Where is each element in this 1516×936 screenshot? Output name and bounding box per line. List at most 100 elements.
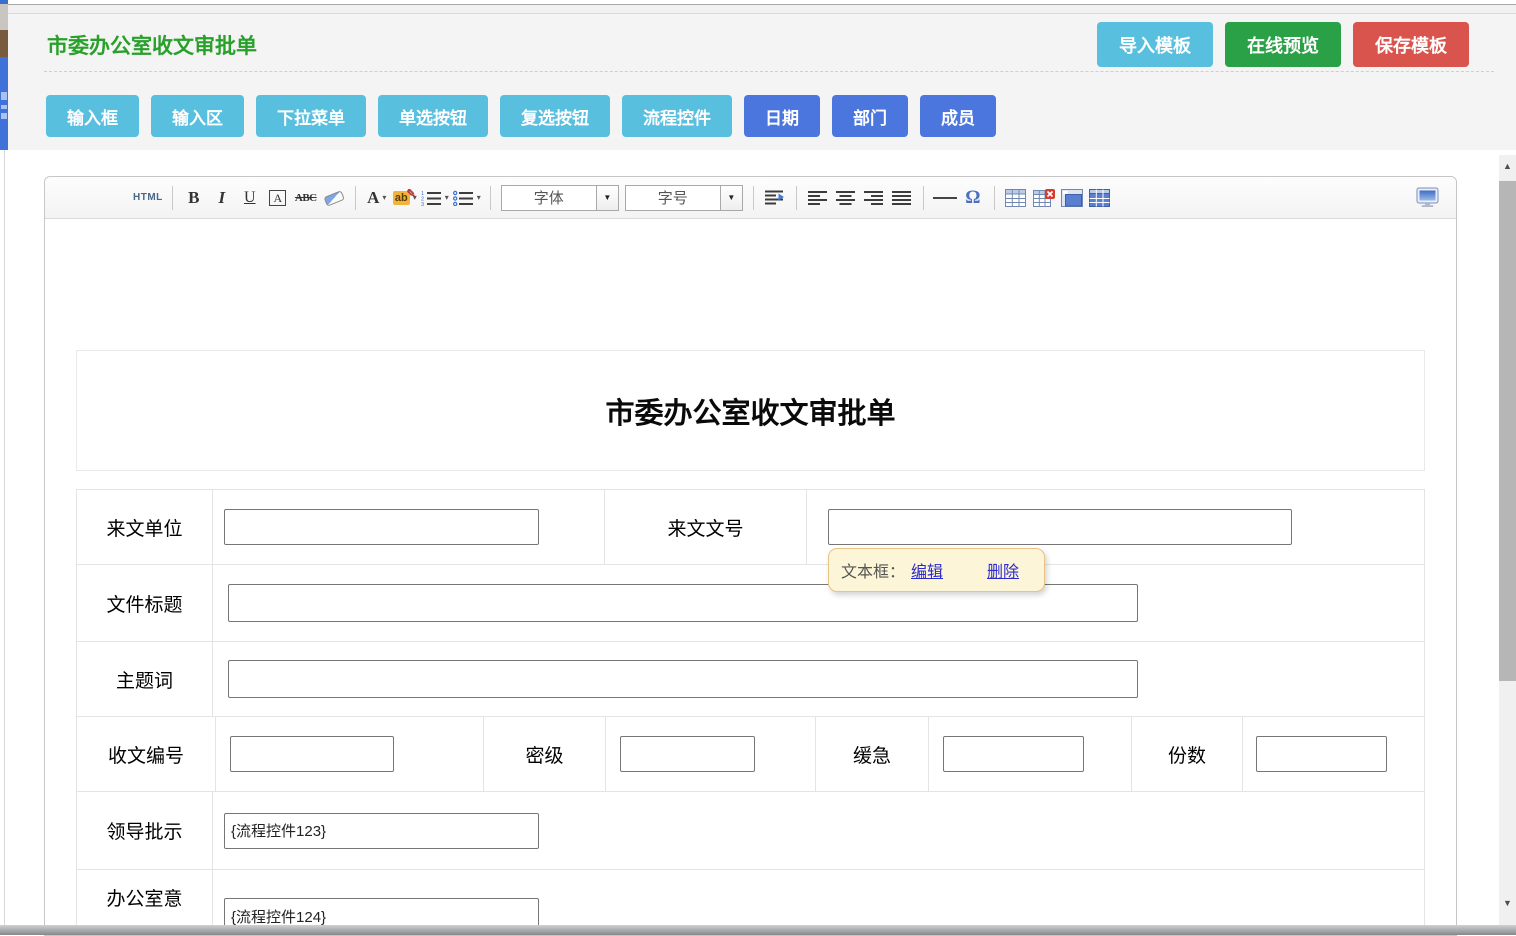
font-color-icon: A	[367, 188, 379, 208]
fullscreen-button[interactable]	[1415, 184, 1440, 212]
left-edge-strip	[0, 4, 8, 30]
window-bottom-edge	[0, 925, 1516, 935]
strikethrough-button[interactable]: ABC	[294, 184, 318, 212]
align-justify-icon	[892, 191, 911, 205]
table-cell	[606, 717, 816, 791]
online-preview-button[interactable]: 在线预览	[1225, 22, 1341, 67]
align-left-button[interactable]	[806, 184, 830, 212]
special-char-button[interactable]: Ω	[961, 184, 985, 212]
leader-note-input[interactable]	[224, 813, 539, 849]
widget-button-input-area[interactable]: 输入区	[151, 95, 244, 137]
chevron-down-icon: ▾	[445, 193, 449, 202]
table-cell	[213, 642, 1424, 716]
highlight-icon: ab✎	[393, 191, 410, 205]
toolbar-separator	[923, 186, 924, 210]
align-right-icon	[864, 191, 883, 205]
subject-label: 主题词	[77, 642, 213, 716]
toolbar-separator	[796, 186, 797, 210]
widget-button-date[interactable]: 日期	[744, 95, 820, 137]
receipt-no-label: 收文编号	[77, 717, 216, 791]
copies-label: 份数	[1132, 717, 1243, 791]
widget-button-dropdown[interactable]: 下拉菜单	[256, 95, 366, 137]
insert-table-button[interactable]	[1004, 184, 1028, 212]
app-window: 市委办公室收文审批单 导入模板 在线预览 保存模板 输入框 输入区 下拉菜单 单…	[0, 0, 1516, 935]
table-cell	[213, 792, 1424, 869]
highlight-color-button[interactable]: ab✎▾	[393, 184, 417, 212]
incoming-number-input[interactable]	[828, 509, 1292, 545]
html-source-button[interactable]: HTML	[133, 184, 163, 212]
save-template-button[interactable]: 保存模板	[1353, 22, 1469, 67]
toolbar-separator	[994, 186, 995, 210]
form-title-box: 市委办公室收文审批单	[76, 350, 1425, 471]
widget-button-member[interactable]: 成员	[920, 95, 996, 137]
delete-table-icon	[1033, 189, 1055, 207]
strip-icon	[1, 105, 7, 109]
leader-note-label: 领导批示	[77, 792, 213, 869]
widget-button-department[interactable]: 部门	[832, 95, 908, 137]
table-row: 领导批示	[77, 792, 1424, 870]
table-properties-button[interactable]	[1088, 184, 1112, 212]
bold-icon: B	[188, 188, 199, 208]
urgency-input[interactable]	[943, 736, 1084, 772]
svg-text:3: 3	[421, 202, 424, 206]
widget-button-flow-control[interactable]: 流程控件	[622, 95, 732, 137]
bold-button[interactable]: B	[182, 184, 206, 212]
header-actions: 导入模板 在线预览 保存模板	[1097, 22, 1469, 67]
incoming-number-label: 来文文号	[605, 490, 807, 564]
font-frame-button[interactable]: A	[266, 184, 290, 212]
underline-button[interactable]: U	[238, 184, 262, 212]
strip-icon	[1, 92, 7, 100]
form-title: 市委办公室收文审批单	[605, 390, 895, 432]
widget-button-input-box[interactable]: 输入框	[46, 95, 139, 137]
copies-input[interactable]	[1256, 736, 1387, 772]
edit-link[interactable]: 编辑	[911, 558, 943, 582]
indent-button[interactable]	[763, 184, 787, 212]
secrecy-input[interactable]	[620, 736, 755, 772]
align-center-button[interactable]	[834, 184, 858, 212]
scroll-down-arrow-icon[interactable]: ▼	[1499, 894, 1516, 911]
italic-icon: I	[218, 188, 225, 208]
font-family-label: 字体	[502, 186, 596, 210]
subject-input[interactable]	[228, 660, 1138, 698]
receipt-no-input[interactable]	[230, 736, 394, 772]
table-cell	[213, 565, 1424, 641]
table-merge-button[interactable]	[1060, 184, 1084, 212]
font-color-button[interactable]: A▾	[365, 184, 389, 212]
widget-button-checkbox[interactable]: 复选按钮	[500, 95, 610, 137]
vertical-scrollbar[interactable]: ▲ ▼	[1499, 155, 1516, 925]
delete-link[interactable]: 删除	[987, 558, 1019, 582]
font-size-label: 字号	[626, 186, 720, 210]
import-template-button[interactable]: 导入模板	[1097, 22, 1213, 67]
window-top-edge	[0, 0, 1516, 14]
horizontal-rule-button[interactable]	[933, 184, 957, 212]
italic-button[interactable]: I	[210, 184, 234, 212]
unordered-list-button[interactable]: ▾	[453, 184, 481, 212]
html-icon: HTML	[133, 192, 163, 203]
font-family-select[interactable]: 字体 ▼	[501, 185, 619, 211]
chevron-down-icon[interactable]: ▼	[720, 186, 742, 210]
table-merge-icon	[1061, 189, 1083, 207]
align-center-icon	[836, 191, 855, 205]
fullscreen-monitor-icon	[1415, 187, 1440, 208]
scroll-up-arrow-icon[interactable]: ▲	[1499, 157, 1516, 174]
scrollbar-thumb[interactable]	[1499, 181, 1516, 681]
table-cell	[216, 717, 484, 791]
strikethrough-icon: ABC	[295, 192, 317, 204]
widget-button-bar: 输入框 输入区 下拉菜单 单选按钮 复选按钮 流程控件 日期 部门 成员	[46, 95, 996, 137]
remove-format-button[interactable]	[322, 184, 346, 212]
editor-canvas[interactable]: 市委办公室收文审批单 来文单位 来文文号 文件标题	[45, 219, 1456, 936]
incoming-unit-input[interactable]	[224, 509, 539, 545]
table-row: 收文编号 密级 缓急 份数	[77, 717, 1424, 792]
align-justify-button[interactable]	[890, 184, 914, 212]
delete-table-button[interactable]	[1032, 184, 1056, 212]
tooltip-label: 文本框：	[841, 558, 905, 582]
ordered-list-button[interactable]: 1 2 3 ▾	[421, 184, 449, 212]
chevron-down-icon[interactable]: ▼	[596, 186, 618, 210]
font-size-select[interactable]: 字号 ▼	[625, 185, 743, 211]
widget-button-radio[interactable]: 单选按钮	[378, 95, 488, 137]
align-right-button[interactable]	[862, 184, 886, 212]
toolbar-separator	[355, 186, 356, 210]
header-panel: 市委办公室收文审批单 导入模板 在线预览 保存模板 输入框 输入区 下拉菜单 单…	[0, 0, 1516, 150]
urgency-label: 缓急	[816, 717, 929, 791]
underline-icon: U	[244, 189, 256, 207]
